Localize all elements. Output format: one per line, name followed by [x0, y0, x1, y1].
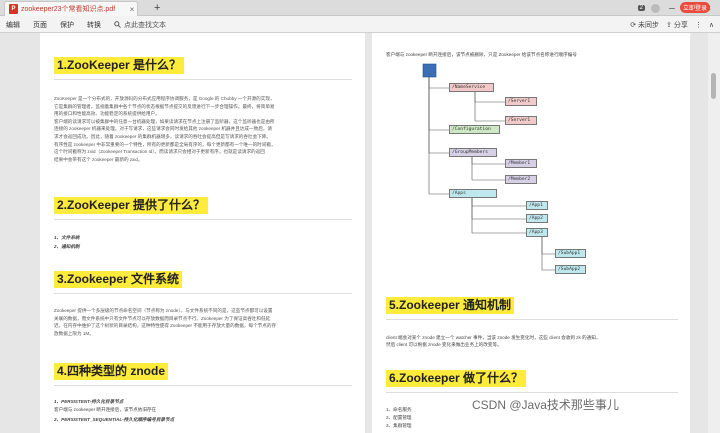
notification-badge[interactable]: 2 [637, 5, 645, 11]
node-apps: /Apps [449, 189, 497, 198]
root-node [422, 63, 437, 78]
node-groupmembers: /GroupMembers [449, 148, 497, 157]
more-icon[interactable]: ⋮ [695, 21, 702, 29]
scroll-thumb[interactable] [711, 73, 716, 99]
document-viewer: 1.ZooKeeper 是什么？ ZooKeeper 是一个分布式的，开放源码的… [0, 33, 720, 433]
heading-5: 5.Zookeeper 通知机制 [386, 297, 515, 314]
paragraph-3: Zookeeper 提供一个多层级的节点命名空间（节点称为 znode）。与文件… [54, 307, 352, 337]
p5-line1: client 端会对某个 znode 建立一个 watcher 事件，当该 zn… [386, 335, 601, 340]
heading-2: 2.ZooKeeper 提供了什么？ [54, 197, 209, 214]
heading-4: 4.四种类型的 znode [54, 363, 169, 380]
p5-line2: 然后 client 可以根据 znode 变化来做出业务上的改变等。 [386, 342, 502, 347]
heading-6: 6.Zookeeper 做了什么？ [386, 370, 527, 387]
node-configuration: /Configuration [449, 125, 500, 134]
pdf-page-right: 客户端与 zookeeper 断开连接后，该节点被删除，只是 Zookeeper… [372, 33, 690, 433]
list-item: 2、PERSISTENT_SEQUENTIAL-持久化顺序编号目录节点 [54, 417, 175, 422]
share-button[interactable]: ⇪ 分享 [666, 20, 688, 30]
menu-bar: 编辑 页面 保护 转换 点此查找文本 [6, 16, 166, 33]
minimize-button[interactable]: ─ [666, 4, 678, 13]
node-subapp1: /SubApp1 [555, 249, 586, 258]
paragraph-5: client 端会对某个 znode 建立一个 watcher 事件，当该 zn… [386, 334, 678, 348]
paragraph-1: ZooKeeper 是一个分布式的，开放源码的分布式应用程序协调服务，是 Goo… [54, 95, 352, 163]
sync-label: 未同步 [638, 21, 660, 29]
node-subapp2: /SubApp2 [555, 265, 586, 274]
share-icon: ⇪ [666, 21, 672, 29]
search-icon [114, 21, 121, 28]
avatar[interactable] [651, 3, 660, 13]
p1-line1: ZooKeeper 是一个分布式的，开放源码的分布式应用程序协调服务，是 Goo… [54, 96, 275, 101]
p1-line8: 这个时间戳称为 zxid（Zookeeper Transaction Id）。而… [54, 149, 265, 155]
divider [54, 79, 352, 80]
heading-1: 1.ZooKeeper 是什么？ [54, 57, 185, 74]
list-item: 1、命名服务 [386, 407, 412, 412]
p1-line9: 结果中会带有这个 zookeeper 最新的 zxid。 [54, 156, 143, 162]
list-item: 1、PERSISTENT-持久化目录节点 [54, 399, 124, 404]
share-label: 分享 [673, 21, 688, 29]
menu-convert[interactable]: 转换 [87, 20, 101, 30]
p1-line2: 它是集群的管理者，监视着集群中各个节点的状态根据节点提交的反馈进行下一步合理操作… [54, 103, 275, 109]
tab-title: zookeeper23个常看知识点.pdf [21, 6, 116, 13]
list-item: 2、通知机制 [54, 244, 80, 249]
heading-3: 3.Zookeeper 文件系统 [54, 271, 183, 288]
list-item: 客户端与 zookeeper 断开连接后，该节点依旧存在 [54, 407, 157, 412]
title-bar: P zookeeper23个常看知识点.pdf × + 2 ─ □ ✕ [0, 0, 720, 16]
node-member2: /Member2 [505, 175, 537, 184]
vertical-scrollbar[interactable] [708, 33, 720, 433]
node-nameservice: /NameService [449, 83, 494, 92]
p3-line4: 放数据上限为 1M。 [54, 330, 94, 336]
divider [386, 392, 678, 393]
p1-line4: 客户端的读请求可以被集群中的任意一台机器处理，如果读请求在节点上注册了监听器，这… [54, 118, 275, 124]
menu-protect[interactable]: 保护 [60, 20, 74, 30]
toolbar: 编辑 页面 保护 转换 点此查找文本 立即登录 ⟳ 未同步 ⇪ 分享 ⋮ ∧ [0, 2, 720, 33]
p3-line3: 迟，在内存中维护了这个树状的目录结构，这种特性使得 Zookeeper 不能用于… [54, 323, 277, 329]
node-app2: /App2 [526, 214, 548, 223]
p1-line7: 有序性是 zookeeper 中非常重要的一个特性，所有的更新都是全局有序的，每… [54, 141, 276, 147]
p1-line3: 用的接口和性能高效、功能稳定的系统提供给用户。 [54, 111, 160, 117]
find-text-box[interactable]: 点此查找文本 [114, 20, 166, 30]
list-item: 3、集群管理 [386, 423, 412, 428]
divider [386, 319, 678, 320]
find-text-label: 点此查找文本 [124, 21, 166, 29]
tab-close-icon[interactable]: × [127, 5, 137, 14]
pdf-icon: P [9, 4, 18, 14]
node-app3: /App3 [526, 228, 548, 237]
node-server1: /Server1 [505, 116, 537, 125]
menu-edit[interactable]: 编辑 [6, 20, 20, 30]
p1-line5: 连接的 zookeeper 机器来处理。对于写请求，这些请求会同时发给其他 zo… [54, 126, 272, 132]
new-tab-button[interactable]: + [154, 1, 160, 15]
collapse-icon[interactable]: ∧ [709, 21, 714, 29]
list-item: 2、配置管理 [386, 415, 412, 420]
divider [54, 385, 352, 386]
p3-line1: Zookeeper 提供一个多层级的节点命名空间（节点称为 znode）。与文件… [54, 308, 273, 313]
toolbar-right: 立即登录 ⟳ 未同步 ⇪ 分享 ⋮ ∧ [630, 2, 714, 33]
p3-line2: 关联的数据，而文件系统中只有文件节点可以存放数据而目录节点不行。Zookeepe… [54, 315, 271, 321]
sync-icon: ⟳ [630, 21, 637, 29]
menu-page[interactable]: 页面 [33, 20, 47, 30]
divider [54, 293, 352, 294]
watermark: CSDN @Java技术那些事儿 [472, 398, 619, 412]
login-button[interactable]: 立即登录 [680, 2, 710, 13]
divider [54, 219, 352, 220]
node-app1: /App1 [526, 201, 548, 210]
pdf-page-left: 1.ZooKeeper 是什么？ ZooKeeper 是一个分布式的，开放源码的… [40, 33, 365, 433]
document-tab[interactable]: P zookeeper23个常看知识点.pdf × [4, 1, 138, 16]
node-member1: /Member1 [505, 159, 537, 168]
sync-status[interactable]: ⟳ 未同步 [630, 20, 659, 30]
list-item: 1、文件系统 [54, 235, 80, 240]
p1-line6: 求才会返回成功。因此，随着 zookeeper 的集群机器增多，读请求的吞吐会提… [54, 133, 271, 139]
node-server1: /Server1 [505, 97, 537, 106]
